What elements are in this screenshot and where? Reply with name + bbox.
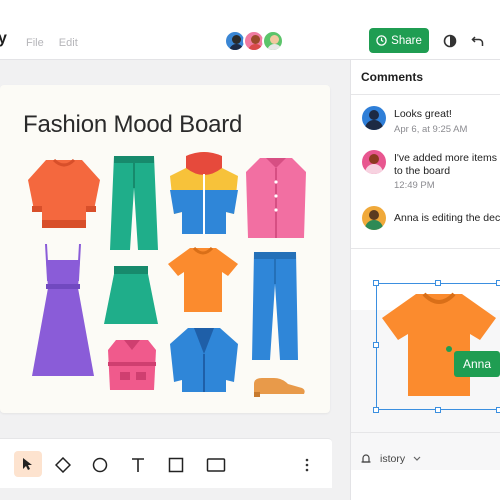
selection-box[interactable] <box>376 283 500 410</box>
divider <box>351 432 500 433</box>
cursor-dot <box>446 346 452 352</box>
cardigan-icon[interactable] <box>168 324 240 394</box>
menu-file[interactable]: File <box>26 37 44 49</box>
board-title: Fashion Mood Board <box>23 111 243 138</box>
share-button[interactable]: Share <box>369 28 429 53</box>
avatar <box>362 150 386 174</box>
comment-text-line-1: I've added more items <box>394 152 497 164</box>
rectangle-icon <box>206 458 226 472</box>
contrast-icon[interactable] <box>440 31 460 51</box>
resize-handle[interactable] <box>496 407 500 413</box>
history-control[interactable]: istory <box>360 453 421 465</box>
history-label: istory <box>380 453 406 465</box>
resize-handle[interactable] <box>373 342 379 348</box>
undo-icon[interactable] <box>468 31 488 51</box>
cursor-icon <box>23 458 32 470</box>
jacket-icon[interactable] <box>168 152 240 236</box>
square-icon <box>168 457 184 473</box>
more-tool[interactable] <box>296 454 318 476</box>
top-bar: y File Edit Share <box>0 0 500 60</box>
text-tool[interactable] <box>127 454 149 476</box>
comment-text: Anna is editing the dec <box>394 212 500 224</box>
bell-icon <box>361 454 371 463</box>
resize-handle[interactable] <box>373 280 379 286</box>
pants-icon[interactable] <box>108 152 160 254</box>
sweater-icon[interactable] <box>24 152 104 232</box>
avatar[interactable] <box>262 30 284 52</box>
text-icon <box>132 458 144 472</box>
shirt-icon[interactable] <box>244 152 308 242</box>
comments-title: Comments <box>361 70 424 84</box>
resize-handle[interactable] <box>496 280 500 286</box>
collaborator-cursor-label: Anna <box>454 351 500 377</box>
comment-text-line-2: to the board <box>394 165 451 177</box>
diamond-icon <box>55 457 71 473</box>
clock-icon <box>376 35 387 46</box>
divider <box>351 248 500 249</box>
skirt-icon[interactable] <box>102 264 160 326</box>
rectangle-tool[interactable] <box>205 454 227 476</box>
avatar <box>362 206 386 230</box>
jeans-icon[interactable] <box>250 248 300 364</box>
bottom-toolbar <box>0 438 332 488</box>
circle-tool[interactable] <box>89 454 111 476</box>
comment-time: Apr 6, at 9:25 AM <box>394 124 468 135</box>
comment-time: 12:49 PM <box>394 180 435 191</box>
divider <box>351 94 500 95</box>
app-logo: y <box>0 30 7 47</box>
shoes-icon[interactable] <box>252 374 306 398</box>
resize-handle[interactable] <box>373 407 379 413</box>
menu-edit[interactable]: Edit <box>59 37 78 49</box>
comment-text: Looks great! <box>394 108 452 120</box>
square-tool[interactable] <box>165 454 187 476</box>
resize-handle[interactable] <box>435 407 441 413</box>
pen-tool[interactable] <box>52 454 74 476</box>
more-vertical-icon <box>305 458 309 472</box>
top-icon[interactable] <box>106 336 158 392</box>
chevron-down-icon <box>413 456 421 461</box>
avatar <box>362 106 386 130</box>
dress-icon[interactable] <box>30 240 96 380</box>
share-label: Share <box>391 34 422 47</box>
resize-handle[interactable] <box>435 280 441 286</box>
t-shirt-icon[interactable] <box>166 246 240 314</box>
select-tool[interactable] <box>14 451 42 477</box>
menu-bar: File Edit <box>26 37 90 49</box>
circle-icon <box>92 457 108 473</box>
collaborator-avatars <box>224 30 284 52</box>
